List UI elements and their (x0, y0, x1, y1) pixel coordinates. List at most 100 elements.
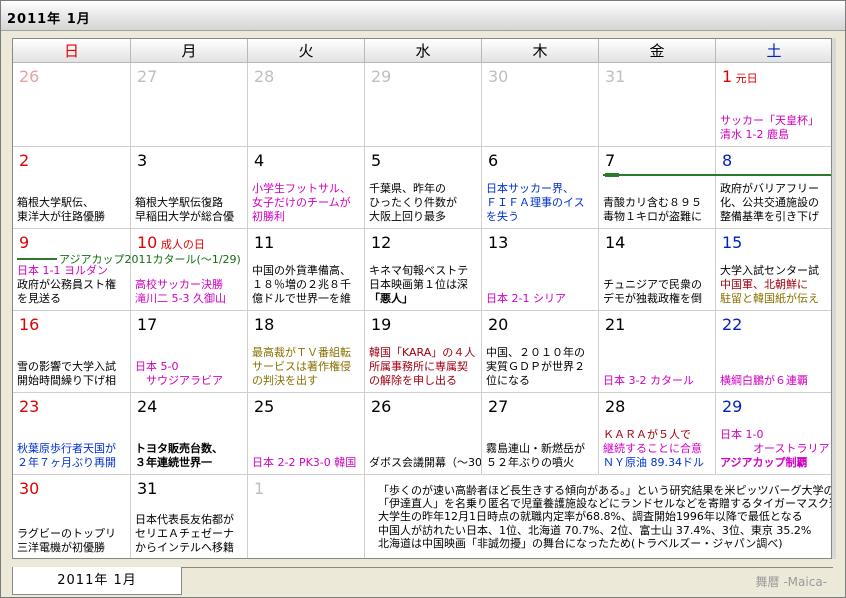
right-edge (832, 38, 836, 559)
day-cell[interactable]: 31 (599, 63, 716, 147)
event-line: 「悪人」 (369, 292, 413, 305)
day-cell[interactable]: 8 政府がバリアフリー 化、公共交通施設の 整備基準を引き下げ (716, 147, 831, 229)
day-cell[interactable]: 11 中国の外貨準備高、 １８％増の２兆８千 億ドルで世界一を維 (248, 229, 365, 311)
brand-label: 舞暦 -Maica- (755, 575, 827, 589)
day-events: 箱根大学駅伝復路 早稲田大学が総合優 (135, 196, 234, 224)
event-line: ５２年ぶりの噴火 (486, 456, 574, 469)
day-events: ＫＡＲＡが５人で 継続することに合意 ＮＹ原油 89.34ドル (603, 428, 704, 470)
day-cell[interactable]: 13 日本 2-1 シリア (482, 229, 599, 311)
weekday-0: 日 (13, 39, 131, 63)
event-line: を失う (486, 210, 519, 223)
day-cell[interactable]: 26 (13, 63, 131, 147)
day-cell[interactable]: 27 霧島連山・新燃岳が ５２年ぶりの噴火 (482, 393, 599, 475)
event-line: 韓国「KARA」の４人 (369, 346, 476, 359)
day-cell[interactable]: 30 ラグビーのトップリ 三洋電機が初優勝 (13, 475, 131, 558)
event-line: 東洋大が往路優勝 (17, 210, 105, 223)
event-line: 化、公共交通施設の (720, 196, 819, 209)
day-number: 26 (19, 67, 40, 86)
day-events: 日本 5-0 サウジアラビア (135, 360, 223, 388)
event-bar-week2-start (605, 173, 619, 177)
day-cell[interactable]: 12 キネマ旬報ベストテ 日本映画第１位は深 「悪人」 (365, 229, 482, 311)
event-line: 億ドルで世界一を維 (252, 292, 351, 305)
day-events: チュニジアで民衆の デモが独裁政権を倒 (603, 278, 702, 306)
day-events: 日本代表長友佑都が セリエＡチェゼーナ からインテルへ移籍 (135, 513, 234, 555)
day-cell[interactable]: 29 (365, 63, 482, 147)
event-line: 日本 1-0 (720, 428, 764, 441)
memo-line: 「伊達直人」を名乗り匿名で児童養護施設などにランドセルなどを寄贈するタイガーマス… (378, 497, 832, 511)
event-line: 最高裁がＴＶ番組転 (252, 346, 351, 359)
day-cell[interactable]: 21 日本 3-2 カタール (599, 311, 716, 393)
day-cell[interactable]: 27 (131, 63, 248, 147)
day-events: 日本 2-1 シリア (486, 292, 566, 306)
day-cell[interactable]: 4 小学生フットサル、 女子だけのチームが 初勝利 (248, 147, 365, 229)
day-cell[interactable]: 28 (248, 63, 365, 147)
day-events: サッカー「天皇杯」 清水 1-2 鹿島 (720, 114, 819, 142)
event-line: 日本サッカー界、 (486, 182, 574, 195)
day-cell[interactable]: 24 トヨタ販売台数、 ３年連続世界一 (131, 393, 248, 475)
event-line: 毒物１キロが盗難に (603, 210, 702, 223)
day-number: 5 (371, 151, 382, 170)
tab-month[interactable]: 2011年 1月 (12, 567, 182, 595)
memo-line: 北海道は中国映画「非誠勿擾」の舞台になったため(トラベルズー・ジャパン調べ) (378, 536, 783, 550)
event-line: の解除を申し出る (369, 374, 457, 387)
event-line: 中国、２０１０年の (486, 346, 585, 359)
day-events: 中国の外貨準備高、 １８％増の２兆８千 億ドルで世界一を維 (252, 264, 351, 306)
day-cell[interactable]: 14 チュニジアで民衆の デモが独裁政権を倒 (599, 229, 716, 311)
day-number: 12 (371, 233, 392, 252)
window-title: 2011年 1月 (7, 12, 91, 27)
event-line: 中国軍、北朝鮮に (720, 278, 808, 291)
event-line: 所属事務所に専属契 (369, 360, 468, 373)
day-cell[interactable]: 10 成人の日 高校サッカー決勝 滝川二 5-3 久御山 (131, 229, 248, 311)
day-cell[interactable]: 16 雪の影響で大学入試 開始時間繰り下げ相 (13, 311, 131, 393)
event-line: サウジアラビア (135, 374, 223, 387)
day-cell[interactable]: 2 箱根大学駅伝、 東洋大が往路優勝 (13, 147, 131, 229)
day-events: 青酸カリ含む８９５ 毒物１キロが盗難に (603, 196, 702, 224)
event-line: からインテルへ移籍 (135, 541, 234, 554)
day-cell[interactable]: 9 日本 1-1 ヨルダン 政府が公務員スト権 を見送る (13, 229, 131, 311)
event-bar-week2 (603, 174, 831, 176)
day-cell[interactable]: 29 日本 1-0 オーストラリア アジアカップ制覇 (716, 393, 831, 475)
calendar-window: 2011年 1月 日月火水木金土 26 27 28 29 30 31 1 元日 サッカー「天皇… (0, 0, 846, 598)
event-line: 整備基準を引き下げ (720, 210, 819, 223)
event-line: 青酸カリ含む８９５ (603, 196, 702, 209)
day-cell[interactable]: 26 ダボス会議開幕（～30 (365, 393, 482, 475)
event-line: 実質ＧＤＰが世界２ (486, 360, 585, 373)
event-line: 開始時間繰り下げ相 (17, 374, 116, 387)
day-number: 31 (605, 67, 626, 86)
day-cell[interactable]: 15 大学入試センター試 中国軍、北朝鮮に 駐留と韓国紙が伝え (716, 229, 831, 311)
day-cell[interactable]: 5 千葉県、昨年の ひったくり件数が 大阪上回り最多 (365, 147, 482, 229)
weekday-5: 金 (599, 39, 716, 63)
day-cell[interactable]: 19 韓国「KARA」の４人 所属事務所に専属契 の解除を申し出る (365, 311, 482, 393)
day-events: 霧島連山・新燃岳が ５２年ぶりの噴火 (486, 442, 585, 470)
day-number: 24 (137, 397, 158, 416)
weekday-3: 水 (365, 39, 482, 63)
day-cell[interactable]: 25 日本 2-2 PK3-0 韓国 (248, 393, 365, 475)
event-line: 政府がバリアフリー (720, 182, 819, 195)
event-line: 日本代表長友佑都が (135, 513, 234, 526)
event-line: サッカー「天皇杯」 (720, 114, 819, 127)
day-cell[interactable]: 6 日本サッカー界、 ＦＩＦＡ理事のイス を失う (482, 147, 599, 229)
day-cell[interactable]: 17 日本 5-0 サウジアラビア (131, 311, 248, 393)
day-cell[interactable]: 20 中国、２０１０年の 実質ＧＤＰが世界２ 位になる (482, 311, 599, 393)
day-number: 1 元日 (722, 67, 758, 86)
month-calendar: 日月火水木金土 26 27 28 29 30 31 1 元日 サッカー「天皇杯」 清水 1-2 … (12, 38, 832, 559)
event-line: 日本 3-2 カタール (603, 374, 694, 387)
day-cell[interactable]: 1 元日サッカー「天皇杯」 清水 1-2 鹿島 (716, 63, 831, 147)
day-events: ラグビーのトップリ 三洋電機が初優勝 (17, 527, 116, 555)
day-cell[interactable]: 7 青酸カリ含む８９５ 毒物１キロが盗難に (599, 147, 716, 229)
day-cell[interactable]: 23 秋葉原歩行者天国が ２年７ヶ月ぶり再開 (13, 393, 131, 475)
day-cell[interactable]: 30 (482, 63, 599, 147)
memo-line: 中国人が訪れたい日本、1位、北海道 70.7%、2位、富士山 37.4%、3位、… (378, 523, 812, 537)
event-line: 滝川二 5-3 久御山 (135, 292, 226, 305)
event-line: ラグビーのトップリ (17, 527, 116, 540)
day-cell[interactable]: 28 ＫＡＲＡが５人で 継続することに合意 ＮＹ原油 89.34ドル (599, 393, 716, 475)
event-line: ＦＩＦＡ理事のイス (486, 196, 585, 209)
day-cell[interactable]: 18 最高裁がＴＶ番組転 サービスは著作権侵 の判決を出す (248, 311, 365, 393)
day-events: 中国、２０１０年の 実質ＧＤＰが世界２ 位になる (486, 346, 585, 388)
day-number: 15 (722, 233, 743, 252)
day-number: 28 (605, 397, 626, 416)
day-cell[interactable]: 31 日本代表長友佑都が セリエＡチェゼーナ からインテルへ移籍 (131, 475, 248, 558)
day-cell[interactable]: 3 箱根大学駅伝復路 早稲田大学が総合優 (131, 147, 248, 229)
day-cell[interactable]: 22 横綱白鵬が６連覇 (716, 311, 831, 393)
day-cell[interactable]: 1 (248, 475, 365, 558)
